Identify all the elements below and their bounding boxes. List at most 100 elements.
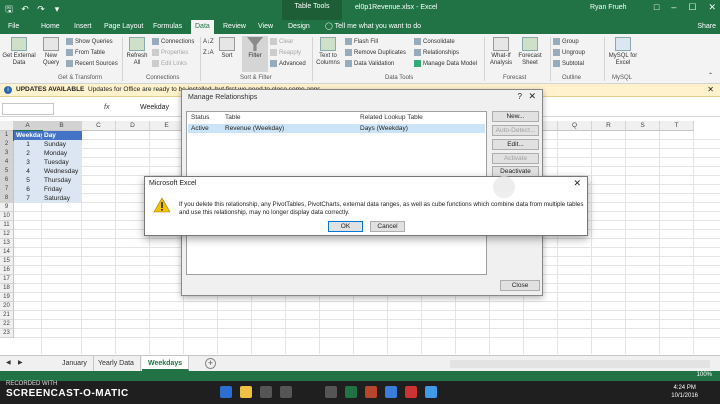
column-header-b[interactable]: B — [42, 121, 82, 131]
show-queries-button[interactable]: Show Queries — [66, 38, 113, 46]
row-header-3[interactable]: 3 — [0, 149, 14, 158]
app-icon[interactable] — [425, 386, 437, 398]
tell-me-search[interactable]: ◯ Tell me what you want to do — [325, 20, 421, 34]
excel-taskbar-icon[interactable] — [345, 386, 357, 398]
filter-button[interactable]: Filter — [242, 36, 268, 72]
row-header-22[interactable]: 22 — [0, 320, 14, 329]
row-header-2[interactable]: 2 — [0, 140, 14, 149]
row-header-15[interactable]: 15 — [0, 257, 14, 266]
formula-input[interactable]: Weekday — [140, 104, 169, 111]
zoom-level[interactable]: 100% — [697, 372, 712, 378]
tab-view[interactable]: View — [254, 20, 277, 34]
group-button[interactable]: Group — [553, 38, 579, 46]
system-clock[interactable]: 4:24 PM 10/1/2016 — [671, 384, 698, 400]
close-button[interactable]: Close — [500, 280, 540, 291]
close-icon[interactable]: ✕ — [573, 178, 581, 189]
sort-button[interactable]: Sort — [216, 37, 238, 60]
redo-icon[interactable]: ↷ — [36, 4, 46, 14]
column-header-r[interactable]: R — [592, 121, 626, 131]
row-header-13[interactable]: 13 — [0, 239, 14, 248]
sheet-nav-left-icon[interactable]: ◀ — [6, 359, 11, 367]
what-if-analysis-button[interactable]: What-If Analysis — [487, 37, 515, 67]
table-header-cell[interactable]: Day — [42, 131, 82, 140]
table-cell[interactable]: Thursday — [42, 176, 82, 185]
column-table[interactable]: Table — [225, 114, 241, 121]
select-all-corner[interactable] — [0, 121, 14, 131]
user-name[interactable]: Ryan Frueh — [590, 4, 627, 11]
tab-page-layout[interactable]: Page Layout — [100, 20, 147, 34]
share-button[interactable]: Share — [697, 20, 716, 34]
app-icon[interactable] — [280, 386, 292, 398]
store-icon[interactable] — [260, 386, 272, 398]
row-header-19[interactable]: 19 — [0, 293, 14, 302]
refresh-all-button[interactable]: Refresh All — [124, 37, 150, 67]
row-header-7[interactable]: 7 — [0, 185, 14, 194]
auto-detect-button[interactable]: Auto-Detect... — [492, 125, 539, 136]
table-cell[interactable]: 5 — [14, 176, 42, 185]
column-status[interactable]: Status — [191, 114, 209, 121]
row-header-4[interactable]: 4 — [0, 158, 14, 167]
row-header-14[interactable]: 14 — [0, 248, 14, 257]
sort-za-icon[interactable]: Z↓A — [203, 49, 214, 57]
column-header-c[interactable]: C — [82, 121, 116, 131]
flash-fill-button[interactable]: Flash Fill — [345, 38, 378, 46]
fx-icon[interactable]: fx — [104, 104, 109, 111]
tab-file[interactable]: File — [4, 20, 23, 34]
tab-insert[interactable]: Insert — [70, 20, 96, 34]
help-icon[interactable]: ? — [518, 92, 522, 101]
minimize-icon[interactable]: – — [671, 2, 676, 13]
name-box[interactable] — [2, 103, 54, 115]
clear-button[interactable]: Clear — [270, 38, 293, 46]
app-icon[interactable] — [385, 386, 397, 398]
column-related-table[interactable]: Related Lookup Table — [360, 114, 423, 121]
update-close-icon[interactable]: ✕ — [707, 85, 714, 94]
column-header-s[interactable]: S — [626, 121, 660, 131]
ok-button[interactable]: OK — [328, 221, 363, 232]
row-header-6[interactable]: 6 — [0, 176, 14, 185]
add-sheet-icon[interactable]: + — [205, 358, 216, 369]
table-cell[interactable]: Friday — [42, 185, 82, 194]
customize-icon[interactable]: ▾ — [52, 4, 62, 14]
column-header-q[interactable]: Q — [558, 121, 592, 131]
table-cell[interactable]: Tuesday — [42, 158, 82, 167]
subtotal-button[interactable]: Subtotal — [553, 60, 584, 68]
table-cell[interactable]: Wednesday — [42, 167, 82, 176]
row-header-23[interactable]: 23 — [0, 329, 14, 338]
tab-design[interactable]: Design — [284, 20, 314, 34]
row-header-11[interactable]: 11 — [0, 221, 14, 230]
table-cell[interactable]: 1 — [14, 140, 42, 149]
reapply-button[interactable]: Reapply — [270, 49, 301, 57]
row-header-8[interactable]: 8 — [0, 194, 14, 203]
edit-links-button[interactable]: Edit Links — [152, 60, 187, 68]
acrobat-icon[interactable] — [405, 386, 417, 398]
table-cell[interactable]: 2 — [14, 149, 42, 158]
sheet-tab-yearly-data[interactable]: Yearly Data — [92, 356, 141, 371]
row-header-12[interactable]: 12 — [0, 230, 14, 239]
remove-duplicates-button[interactable]: Remove Duplicates — [345, 49, 406, 57]
get-external-data-button[interactable]: Get External Data — [2, 37, 36, 67]
row-header-5[interactable]: 5 — [0, 167, 14, 176]
column-header-t[interactable]: T — [660, 121, 694, 131]
tab-home[interactable]: Home — [37, 20, 64, 34]
ribbon-display-icon[interactable]: □ — [654, 2, 659, 13]
sheet-nav-right-icon[interactable]: ▶ — [18, 359, 23, 367]
consolidate-button[interactable]: Consolidate — [414, 38, 455, 46]
tab-review[interactable]: Review — [219, 20, 250, 34]
manage-data-model-button[interactable]: Manage Data Model — [414, 60, 477, 68]
relationships-button[interactable]: Relationships — [414, 49, 459, 57]
text-to-columns-button[interactable]: Text to Columns — [314, 37, 342, 67]
close-icon[interactable]: ✕ — [708, 2, 716, 13]
advanced-button[interactable]: Advanced — [270, 60, 306, 68]
sheet-tab-weekdays[interactable]: Weekdays — [142, 356, 190, 371]
tab-data[interactable]: Data — [191, 20, 214, 34]
table-cell[interactable]: 4 — [14, 167, 42, 176]
maximize-icon[interactable]: ☐ — [688, 2, 696, 13]
powerpoint-icon[interactable] — [365, 386, 377, 398]
row-header-18[interactable]: 18 — [0, 284, 14, 293]
recent-sources-button[interactable]: Recent Sources — [66, 60, 118, 68]
column-header-e[interactable]: E — [150, 121, 184, 131]
tab-formulas[interactable]: Formulas — [149, 20, 186, 34]
sort-az-icon[interactable]: A↓Z — [203, 38, 214, 46]
horizontal-scrollbar[interactable] — [450, 360, 710, 368]
data-validation-button[interactable]: Data Validation — [345, 60, 394, 68]
